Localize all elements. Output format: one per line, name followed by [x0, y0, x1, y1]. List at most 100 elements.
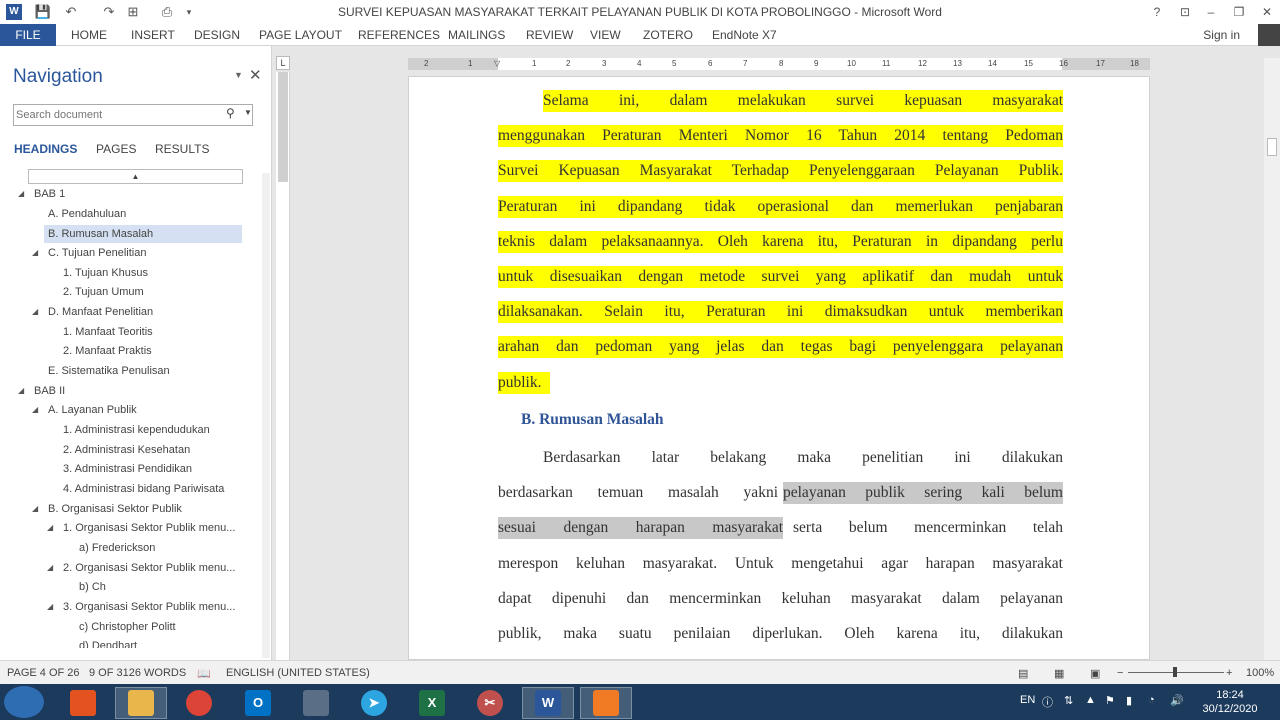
taskbar-app-office[interactable]: [57, 687, 109, 719]
tab-home[interactable]: HOME: [71, 28, 107, 42]
taskbar-app-telegram[interactable]: ➤: [348, 687, 400, 719]
text-line: teknis dalam pelaksanaannya. Oleh karena…: [498, 231, 1063, 253]
heading-item[interactable]: ◢ BAB II: [18, 382, 65, 400]
collapse-arrow-icon[interactable]: ◢: [47, 598, 53, 616]
tab-endnote[interactable]: EndNote X7: [712, 28, 777, 42]
collapse-arrow-icon[interactable]: ◢: [32, 303, 38, 321]
heading-item[interactable]: b) Ch: [79, 578, 106, 596]
battery-icon[interactable]: ▮: [1126, 694, 1132, 707]
start-button[interactable]: [4, 686, 44, 718]
collapse-arrow-icon[interactable]: ◢: [32, 401, 38, 419]
zoom-in-button[interactable]: +: [1226, 667, 1232, 679]
heading-item[interactable]: 2. Administrasi Kesehatan: [63, 441, 190, 459]
word-count[interactable]: 9 OF 3126 WORDS: [89, 667, 186, 679]
heading-item[interactable]: 4. Administrasi bidang Pariwisata: [63, 480, 224, 498]
read-mode-icon[interactable]: ▤: [1018, 667, 1028, 680]
heading-item[interactable]: ◢ 2. Organisasi Sektor Publik menu...: [47, 559, 235, 577]
heading-item[interactable]: ◢ B. Organisasi Sektor Publik: [32, 500, 182, 518]
page-count[interactable]: PAGE 4 OF 26: [7, 667, 80, 679]
scroll-up-button[interactable]: ▲: [28, 169, 243, 184]
taskbar-app-snipping[interactable]: ✂: [464, 687, 516, 719]
volume-icon[interactable]: 🔊: [1170, 694, 1184, 707]
scrollbar-thumb[interactable]: [1267, 138, 1277, 156]
collapse-arrow-icon[interactable]: ◢: [32, 500, 38, 518]
chevron-down-icon[interactable]: ▼: [244, 108, 252, 117]
heading-item[interactable]: a) Frederickson: [79, 539, 155, 557]
heading-item[interactable]: ◢ D. Manfaat Penelitian: [32, 303, 153, 321]
heading-item[interactable]: E. Sistematika Penulisan: [48, 362, 170, 380]
tab-results[interactable]: RESULTS: [155, 142, 209, 156]
first-line-indent-marker[interactable]: ▽: [494, 59, 500, 68]
heading-item[interactable]: ◢ C. Tujuan Penelitian: [32, 244, 146, 262]
zoom-level[interactable]: 100%: [1246, 667, 1274, 679]
tab-design[interactable]: DESIGN: [194, 28, 240, 42]
tab-zotero[interactable]: ZOTERO: [643, 28, 693, 42]
taskbar-app-presenter[interactable]: [580, 687, 632, 719]
heading-item[interactable]: ◢ A. Layanan Publik: [32, 401, 137, 419]
taskbar-app-excel[interactable]: X: [406, 687, 458, 719]
heading-item[interactable]: ◢ 3. Organisasi Sektor Publik menu...: [47, 598, 235, 616]
heading-item[interactable]: c) Christopher Politt: [79, 618, 176, 636]
ribbon-collapse-button[interactable]: [1258, 24, 1280, 46]
language-indicator[interactable]: EN: [1020, 694, 1035, 706]
search-box[interactable]: ⚲ ▼: [13, 104, 253, 126]
taskbar-app-explorer[interactable]: [115, 687, 167, 719]
collapse-arrow-icon[interactable]: ◢: [47, 559, 53, 577]
ribbon-display-options-icon[interactable]: ⊡: [1175, 3, 1195, 21]
collapse-arrow-icon[interactable]: ◢: [47, 519, 53, 537]
proofing-icon[interactable]: 📖: [197, 667, 211, 680]
heading-item[interactable]: d) Dendhart: [79, 637, 137, 648]
network-icon[interactable]: ⇅: [1064, 694, 1073, 707]
print-layout-view-icon[interactable]: ▦: [1054, 667, 1064, 680]
maximize-button[interactable]: ❐: [1229, 3, 1249, 21]
chevron-up-icon[interactable]: ▲: [1085, 694, 1096, 706]
wifi-icon[interactable]: ◔: [1148, 694, 1155, 706]
minimize-button[interactable]: –: [1201, 3, 1221, 21]
text-line: berdasarkan temuan masalah yakni pelayan…: [498, 482, 1063, 504]
vertical-scrollbar[interactable]: [1264, 58, 1280, 660]
navigation-scrollbar[interactable]: [262, 173, 270, 658]
heading-item[interactable]: ◢ BAB 1: [18, 185, 65, 203]
heading-item[interactable]: 1. Manfaat Teoritis: [63, 323, 153, 341]
web-layout-icon[interactable]: ▣: [1090, 667, 1100, 680]
tab-references[interactable]: REFERENCES: [358, 28, 440, 42]
taskbar-app-outlook[interactable]: O: [232, 687, 284, 719]
heading-item[interactable]: ◢ 1. Organisasi Sektor Publik menu...: [47, 519, 235, 537]
help-icon[interactable]: ⓘ: [1042, 694, 1053, 710]
heading-item[interactable]: 1. Tujuan Khusus: [63, 264, 148, 282]
sign-in-link[interactable]: Sign in: [1203, 28, 1240, 42]
tab-headings[interactable]: HEADINGS: [14, 142, 77, 156]
taskbar-app-generic[interactable]: [290, 687, 342, 719]
language-status[interactable]: ENGLISH (UNITED STATES): [226, 667, 370, 679]
heading-item[interactable]: 2. Tujuan Umum: [63, 283, 144, 301]
collapse-arrow-icon[interactable]: ◢: [32, 244, 38, 262]
tab-page-layout[interactable]: PAGE LAYOUT: [259, 28, 342, 42]
close-button[interactable]: ✕: [1257, 3, 1277, 21]
collapse-arrow-icon[interactable]: ◢: [18, 382, 24, 400]
collapse-arrow-icon[interactable]: ◢: [18, 185, 24, 203]
heading-item[interactable]: A. Pendahuluan: [48, 205, 126, 223]
zoom-slider-thumb[interactable]: [1173, 667, 1177, 677]
heading-item[interactable]: 2. Manfaat Praktis: [63, 342, 152, 360]
search-icon[interactable]: ⚲: [226, 106, 235, 120]
chevron-down-icon[interactable]: ▼: [234, 70, 243, 80]
flag-icon[interactable]: ⚑: [1105, 694, 1115, 707]
tab-mailings[interactable]: MAILINGS: [448, 28, 505, 42]
heading-item[interactable]: 3. Administrasi Pendidikan: [63, 460, 192, 478]
tab-selector[interactable]: L: [276, 56, 290, 70]
close-icon[interactable]: ✕: [249, 66, 262, 84]
tab-view[interactable]: VIEW: [590, 28, 621, 42]
tab-insert[interactable]: INSERT: [131, 28, 175, 42]
taskbar-app-chrome[interactable]: [173, 687, 225, 719]
taskbar-app-word[interactable]: W: [522, 687, 574, 719]
tab-pages[interactable]: PAGES: [96, 142, 136, 156]
document-page[interactable]: Selama ini, dalam melakukan survei kepua…: [408, 76, 1150, 660]
clock[interactable]: 18:24 30/12/2020: [1198, 688, 1262, 716]
tab-review[interactable]: REVIEW: [526, 28, 573, 42]
help-button[interactable]: ?: [1147, 3, 1167, 21]
zoom-out-button[interactable]: −: [1117, 667, 1123, 679]
search-input[interactable]: [16, 107, 216, 123]
tab-file[interactable]: FILE: [0, 24, 56, 46]
heading-item[interactable]: 1. Administrasi kependudukan: [63, 421, 210, 439]
heading-item-selected[interactable]: B. Rumusan Masalah: [44, 225, 242, 243]
